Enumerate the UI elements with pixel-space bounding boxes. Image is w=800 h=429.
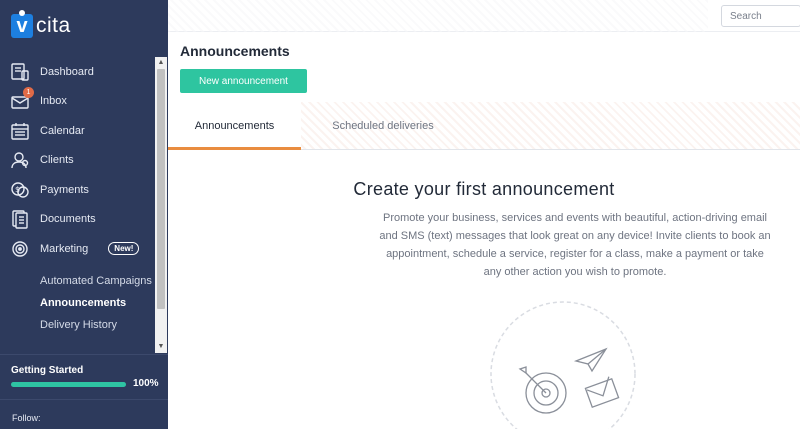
tab-announcements[interactable]: Announcements — [168, 102, 301, 150]
page-title: Announcements — [180, 43, 290, 59]
sidebar-item-marketing[interactable]: Marketing New! — [0, 234, 154, 264]
logo-mark: v — [11, 10, 33, 38]
sidebar-item-label: Documents — [40, 213, 96, 226]
sidebar-item-label: Calendar — [40, 124, 85, 137]
empty-state: Create your first announcement Promote y… — [168, 151, 800, 429]
sidebar-item-label: Clients — [40, 154, 74, 167]
sidebar-item-calendar[interactable]: Calendar — [0, 116, 154, 146]
empty-state-description: Promote your business, services and even… — [379, 212, 771, 278]
app-logo[interactable]: v cita — [11, 10, 71, 38]
search-input[interactable] — [721, 5, 800, 27]
inbox-icon: 1 — [10, 87, 34, 111]
main-nav: Dashboard 1 Inbox Calendar Clients $ Pay… — [0, 57, 154, 264]
getting-started-title: Getting Started — [11, 365, 84, 376]
getting-started-progress — [11, 382, 126, 387]
clients-icon — [10, 150, 30, 170]
sidebar-item-payments[interactable]: $ Payments — [0, 175, 154, 205]
new-badge: New! — [108, 242, 140, 256]
topbar-pattern — [168, 0, 708, 32]
scroll-down-arrow-icon[interactable]: ▼ — [155, 341, 167, 353]
scroll-up-arrow-icon[interactable]: ▲ — [155, 57, 167, 69]
inbox-count-badge: 1 — [23, 87, 34, 99]
main-content: Announcements New announcement Announcem… — [168, 0, 800, 429]
calendar-icon — [10, 121, 30, 141]
page-header: Announcements New announcement — [168, 32, 800, 100]
subnav-item-automated-campaigns[interactable]: Automated Campaigns — [0, 270, 154, 292]
subnav-item-announcements[interactable]: Announcements — [0, 292, 154, 314]
tab-bar: Announcements Scheduled deliveries — [168, 102, 800, 150]
tab-scheduled-deliveries[interactable]: Scheduled deliveries — [318, 102, 448, 150]
payments-icon: $ — [10, 180, 30, 200]
announcement-illustration-icon — [490, 301, 636, 429]
sidebar-item-label: Payments — [40, 183, 89, 196]
scrollbar-thumb[interactable] — [157, 69, 165, 309]
sidebar-scrollbar[interactable]: ▲ ▼ — [155, 57, 167, 353]
follow-label: Follow: — [12, 413, 41, 423]
sidebar-item-clients[interactable]: Clients — [0, 146, 154, 176]
logo-text: cita — [36, 14, 71, 37]
sidebar-item-dashboard[interactable]: Dashboard — [0, 57, 154, 87]
marketing-icon — [10, 239, 30, 259]
sidebar-item-label: Dashboard — [40, 65, 94, 78]
sidebar: v cita Dashboard 1 Inbox Calendar Client… — [0, 0, 168, 429]
subnav-item-delivery-history[interactable]: Delivery History — [0, 314, 154, 336]
top-bar — [168, 0, 800, 32]
empty-state-title: Create your first announcement — [353, 179, 615, 199]
documents-icon — [10, 209, 30, 229]
marketing-subnav: Automated Campaigns Announcements Delive… — [0, 270, 154, 336]
getting-started-progress-fill — [11, 382, 126, 387]
dashboard-icon — [10, 62, 30, 82]
getting-started-percent: 100% — [133, 378, 159, 389]
sidebar-item-label: Marketing — [40, 242, 89, 255]
sidebar-item-documents[interactable]: Documents — [0, 205, 154, 235]
sidebar-item-inbox[interactable]: 1 Inbox — [0, 87, 154, 117]
svg-text:$: $ — [15, 185, 20, 194]
new-announcement-button[interactable]: New announcement — [180, 69, 307, 93]
sidebar-item-label: Inbox — [40, 95, 67, 108]
follow-section: Follow: — [0, 399, 168, 429]
getting-started-panel[interactable]: Getting Started 100% — [0, 354, 168, 398]
